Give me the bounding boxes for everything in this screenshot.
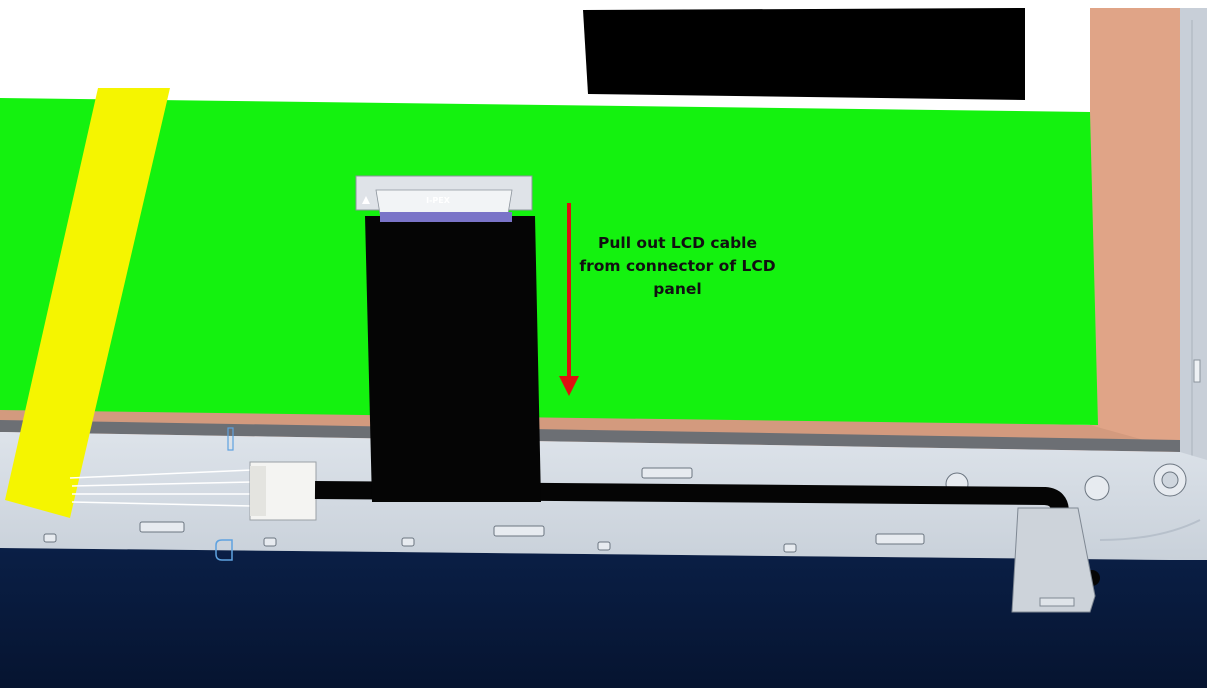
- hinge-tab: [1039, 597, 1075, 607]
- black-label-block: [583, 8, 1025, 100]
- lcd-cable-flex: [365, 216, 541, 502]
- diagram-canvas: I-PEX: [0, 0, 1207, 688]
- connector-label: I-PEX: [426, 196, 451, 205]
- frame-latch: [1193, 359, 1201, 383]
- connector-pins: [380, 212, 512, 222]
- lcd-disassembly-diagram: I-PEX Pull out LCD cable from connector …: [0, 0, 1207, 688]
- cable-connector-side: [250, 466, 266, 516]
- instruction-callout: Pull out LCD cable from connector of LCD…: [579, 234, 776, 298]
- lcd-panel: [0, 98, 1098, 425]
